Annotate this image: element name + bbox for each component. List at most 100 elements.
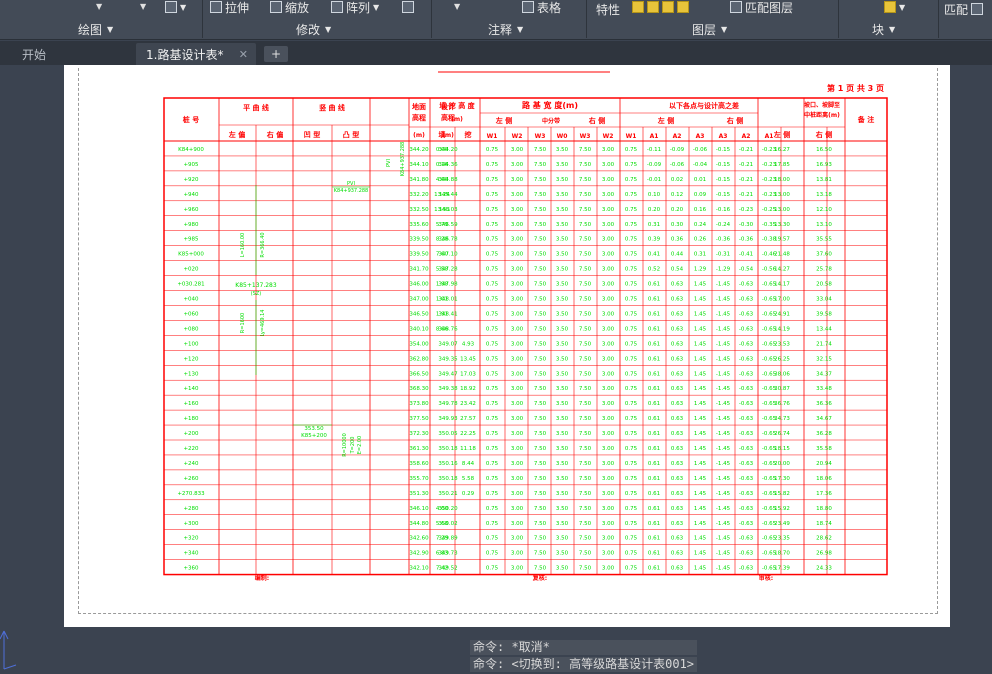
table-cell: -0.15 — [716, 177, 731, 183]
properties-button[interactable]: 特性 — [596, 2, 620, 17]
table-cell: 7.50 — [579, 461, 592, 467]
table-label: 表格 — [537, 0, 562, 15]
page-label: 第 1 页 共 3 页 — [827, 83, 884, 93]
table-cell: 0.61 — [648, 446, 660, 452]
table-cell: 7.50 — [579, 386, 592, 392]
table-cell: -0.31 — [716, 252, 730, 258]
close-icon[interactable]: ✕ — [239, 48, 248, 61]
table-cell: -0.41 — [739, 252, 753, 258]
table-cell: 3.00 — [511, 371, 524, 377]
table-cell: 33.48 — [816, 386, 832, 392]
roadbed-design-table: 第 1 页 共 3 页 桩 号 平 曲 线左 偏 右 偏 竖 曲 线凹 型 凸 型 地面高… — [163, 71, 888, 582]
explode-button[interactable] — [402, 0, 414, 14]
tab-start[interactable]: 开始 — [10, 43, 130, 65]
layer-icon — [677, 1, 689, 13]
table-cell: 3.00 — [602, 476, 615, 482]
table-cell: 3.00 — [511, 356, 524, 362]
table-cell: +030.281 — [177, 282, 204, 288]
table-cell: 0.75 — [625, 431, 638, 437]
table-cell: 7.50 — [534, 566, 547, 572]
section-modify[interactable]: 修改 ▼ — [296, 20, 331, 38]
section-layers[interactable]: 图层 ▼ — [692, 20, 727, 38]
table-cell: 377.50 — [409, 416, 429, 422]
select-tool-button[interactable]: ▼ — [165, 0, 186, 14]
table-cell: 26.74 — [774, 431, 790, 437]
table-cell: 3.00 — [602, 252, 615, 258]
table-cell: 7.50 — [579, 311, 592, 317]
table-cell: 344.10 — [409, 162, 429, 168]
table-cell: 1.45 — [694, 506, 707, 512]
header-width-col: W3 — [535, 133, 546, 140]
table-cell: 7.50 — [534, 536, 547, 542]
table-cell: 3.50 — [556, 341, 569, 347]
command-line: 命令: <切换到: 高等级路基设计表001> — [470, 657, 698, 672]
ribbon: ▼ ▼ ▼ 拉伸 缩放 阵列 ▼ ▼ 表格 特性 匹配图层 ▼ 匹配 绘图 ▼ 修改… — [0, 0, 992, 40]
table-cell: 3.00 — [511, 536, 524, 542]
scale-button[interactable]: 缩放 — [270, 0, 309, 15]
table-cell: 7.50 — [579, 326, 592, 332]
table-cell: 17.03 — [460, 371, 476, 377]
select-icon — [165, 1, 177, 13]
table-cell: 7.50 — [534, 311, 547, 317]
drawing-canvas[interactable]: 第 1 页 共 3 页 桩 号 平 曲 线左 偏 右 偏 竖 曲 线凹 型 凸 型 地面高… — [0, 65, 992, 672]
layer-tools[interactable] — [632, 0, 689, 14]
chevron-down-icon[interactable]: ▼ — [454, 2, 460, 11]
table-cell: 35.55 — [816, 237, 832, 243]
table-cell: 7.50 — [579, 297, 592, 303]
table-cell: 3.00 — [511, 566, 524, 572]
match-layer-button[interactable]: 匹配图层 — [730, 0, 793, 15]
match-button[interactable]: 匹配 — [944, 2, 984, 17]
table-cell: 0.75 — [486, 192, 499, 198]
table-cell: 3.00 — [602, 506, 615, 512]
table-cell: 3.00 — [511, 386, 524, 392]
table-cell: 1.45 — [694, 401, 707, 407]
drawn-by-label: 编制: — [255, 574, 269, 582]
table-cell: 342.10 — [409, 566, 429, 572]
table-cell: 3.50 — [556, 431, 569, 437]
table-cell: 0.63 — [671, 326, 684, 332]
table-cell: 13.00 — [774, 207, 790, 213]
table-cell: 1.45 — [694, 461, 707, 467]
add-tab-button[interactable]: + — [264, 46, 288, 62]
table-cell: 0.75 — [486, 491, 499, 497]
table-cell: 7.50 — [579, 446, 592, 452]
table-cell: -1.45 — [716, 446, 731, 452]
table-cell: -1.45 — [716, 356, 731, 362]
chevron-down-icon[interactable]: ▼ — [140, 2, 146, 11]
block-insert-button[interactable]: ▼ — [884, 0, 905, 14]
table-border — [163, 97, 888, 576]
stretch-button[interactable]: 拉伸 — [210, 0, 249, 15]
table-cell: 3.50 — [556, 282, 569, 288]
table-cell: 0.63 — [671, 506, 684, 512]
section-annotate[interactable]: 注释 ▼ — [488, 20, 523, 38]
table-cell: 3.00 — [602, 341, 615, 347]
table-cell: 0.63 — [671, 536, 684, 542]
table-cell: 34.67 — [816, 416, 832, 422]
match-layer-icon — [730, 1, 742, 13]
table-cell: -0.36 — [739, 237, 754, 243]
table-cell: -0.30 — [739, 222, 754, 228]
array-button[interactable]: 阵列 ▼ — [331, 0, 379, 15]
table-cell: 0.75 — [625, 416, 638, 422]
table-cell: 1.45 — [694, 297, 707, 303]
table-cell: 3.00 — [602, 431, 615, 437]
table-button[interactable]: 表格 — [522, 0, 562, 15]
table-cell: 1.45 — [694, 446, 707, 452]
table-cell: 20.58 — [816, 282, 832, 288]
section-block[interactable]: 块 ▼ — [872, 20, 895, 38]
table-cell: -1.45 — [716, 566, 731, 572]
chevron-down-icon[interactable]: ▼ — [96, 2, 102, 11]
table-cell: 0.54 — [671, 267, 684, 273]
tab-roadbed-design[interactable]: 1.路基设计表* ✕ — [136, 43, 256, 65]
table-cell: 7.50 — [579, 536, 592, 542]
header-width-col: W1 — [487, 133, 498, 140]
header-cutfill-unit: (m) — [451, 116, 463, 123]
table-cell: 3.00 — [511, 431, 524, 437]
table-cell: 3.00 — [602, 416, 615, 422]
header-diff-col: A1 — [765, 133, 774, 140]
annotation-text: K84+937.288 — [334, 188, 369, 194]
section-draw[interactable]: 绘图 ▼ — [78, 20, 113, 38]
table-cell: 0.75 — [625, 491, 638, 497]
table-cell: 3.00 — [602, 461, 615, 467]
table-cell: -0.21 — [739, 162, 753, 168]
